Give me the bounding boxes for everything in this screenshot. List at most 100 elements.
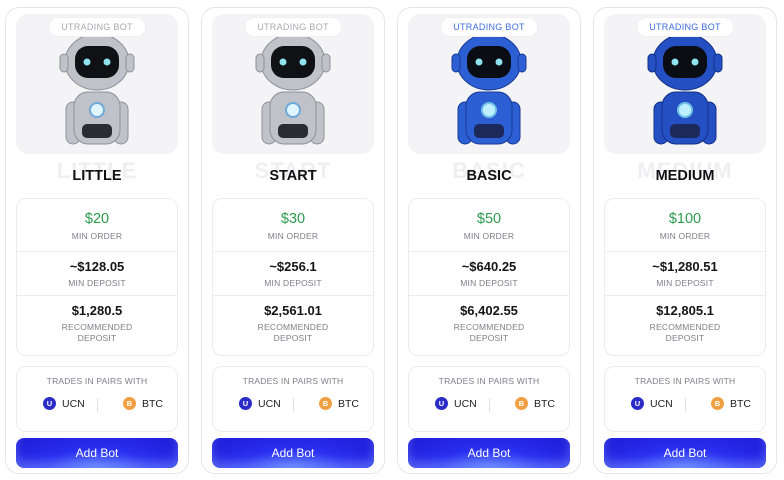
min-deposit-label: MIN DEPOSIT [656, 278, 714, 288]
divider [17, 251, 177, 252]
divider [17, 295, 177, 296]
bot-image-area: UTRADING BOT [212, 14, 374, 154]
ucn-icon: U [631, 397, 644, 410]
bot-tag: UTRADING BOT [49, 18, 145, 36]
min-order-value: $30 [280, 211, 306, 227]
pairs-label: TRADES IN PAIRS WITH [46, 376, 148, 386]
divider [409, 251, 569, 252]
min-order: $50 MIN ORDER [409, 211, 569, 242]
recommended-deposit-label: RECOMMENDED DEPOSIT [453, 322, 525, 343]
min-deposit-label: MIN DEPOSIT [460, 278, 518, 288]
coin-ucn: U UCN [631, 397, 673, 410]
recommended-deposit-label: RECOMMENDED DEPOSIT [61, 322, 133, 343]
recommended-deposit-value: $2,561.01 [264, 303, 322, 318]
coin-btc: B BTC [123, 397, 163, 410]
btc-icon: B [711, 397, 724, 410]
coin-ucn-label: UCN [454, 397, 477, 410]
add-bot-button[interactable]: Add Bot [16, 438, 178, 468]
ucn-icon: U [435, 397, 448, 410]
recommended-deposit: $6,402.55 RECOMMENDED DEPOSIT [409, 303, 569, 344]
recommended-deposit-value: $1,280.5 [71, 303, 123, 318]
plan-card-medium: UTRADING BOT MEDIUM MEDIUM $100 MIN ORDE… [593, 7, 777, 474]
min-deposit: ~$640.25 MIN DEPOSIT [409, 259, 569, 289]
min-order-value: $100 [668, 211, 702, 227]
btc-icon: B [319, 397, 332, 410]
coin-ucn-label: UCN [258, 397, 281, 410]
coin-btc-label: BTC [534, 397, 555, 410]
min-order: $30 MIN ORDER [213, 211, 373, 242]
recommended-deposit: $12,805.1 RECOMMENDED DEPOSIT [605, 303, 765, 344]
pairs-label: TRADES IN PAIRS WITH [438, 376, 540, 386]
pair-divider [293, 398, 294, 412]
coin-btc-label: BTC [730, 397, 751, 410]
pair-divider [685, 398, 686, 412]
trading-pairs: TRADES IN PAIRS WITH U UCN B BTC [604, 366, 766, 432]
min-order-value: $20 [84, 211, 110, 227]
coin-btc: B BTC [711, 397, 751, 410]
pair-divider [97, 398, 98, 412]
coin-btc-label: BTC [338, 397, 359, 410]
plan-card-little: UTRADING BOT LITTLE LITTLE $20 MIN ORDER… [5, 7, 189, 474]
plan-card-basic: UTRADING BOT BASIC BASIC $50 MIN ORDER ~… [397, 7, 581, 474]
min-deposit-value: ~$128.05 [69, 259, 125, 274]
plan-name: MEDIUM [655, 168, 715, 184]
min-deposit-label: MIN DEPOSIT [264, 278, 322, 288]
add-bot-button[interactable]: Add Bot [408, 438, 570, 468]
bot-tag: UTRADING BOT [245, 18, 341, 36]
recommended-deposit: $2,561.01 RECOMMENDED DEPOSIT [213, 303, 373, 344]
plan-name: LITTLE [72, 168, 122, 184]
min-deposit-value: ~$1,280.51 [652, 259, 718, 274]
pairs-label: TRADES IN PAIRS WITH [242, 376, 344, 386]
plan-name: BASIC [466, 168, 512, 184]
min-order-label: MIN ORDER [71, 231, 123, 241]
min-deposit: ~$128.05 MIN DEPOSIT [17, 259, 177, 289]
bot-tag: UTRADING BOT [441, 18, 537, 36]
min-order-label: MIN ORDER [659, 231, 711, 241]
plan-stats: $20 MIN ORDER ~$128.05 MIN DEPOSIT $1,28… [16, 198, 178, 356]
recommended-deposit-value: $6,402.55 [460, 303, 518, 318]
divider [213, 295, 373, 296]
bot-image-area: UTRADING BOT [604, 14, 766, 154]
min-deposit-label: MIN DEPOSIT [68, 278, 126, 288]
divider [409, 295, 569, 296]
coin-ucn: U UCN [435, 397, 477, 410]
trading-pairs: TRADES IN PAIRS WITH U UCN B BTC [408, 366, 570, 432]
min-deposit: ~$256.1 MIN DEPOSIT [213, 259, 373, 289]
coin-btc: B BTC [515, 397, 555, 410]
coin-btc: B BTC [319, 397, 359, 410]
ucn-icon: U [43, 397, 56, 410]
btc-icon: B [515, 397, 528, 410]
add-bot-button[interactable]: Add Bot [212, 438, 374, 468]
trading-pairs: TRADES IN PAIRS WITH U UCN B BTC [16, 366, 178, 432]
recommended-deposit-label: RECOMMENDED DEPOSIT [649, 322, 721, 343]
recommended-deposit-value: $12,805.1 [656, 303, 714, 318]
plan-stats: $50 MIN ORDER ~$640.25 MIN DEPOSIT $6,40… [408, 198, 570, 356]
coin-btc-label: BTC [142, 397, 163, 410]
divider [213, 251, 373, 252]
divider [605, 295, 765, 296]
min-deposit-value: ~$640.25 [461, 259, 517, 274]
min-order: $20 MIN ORDER [17, 211, 177, 242]
btc-icon: B [123, 397, 136, 410]
add-bot-button[interactable]: Add Bot [604, 438, 766, 468]
divider [605, 251, 765, 252]
plan-stats: $100 MIN ORDER ~$1,280.51 MIN DEPOSIT $1… [604, 198, 766, 356]
plan-name: START [269, 168, 317, 184]
ucn-icon: U [239, 397, 252, 410]
plan-cards: UTRADING BOT LITTLE LITTLE $20 MIN ORDER… [0, 0, 784, 480]
pairs-label: TRADES IN PAIRS WITH [634, 376, 736, 386]
min-order-value: $50 [476, 211, 502, 227]
plan-stats: $30 MIN ORDER ~$256.1 MIN DEPOSIT $2,561… [212, 198, 374, 356]
coin-ucn-label: UCN [650, 397, 673, 410]
min-deposit: ~$1,280.51 MIN DEPOSIT [605, 259, 765, 289]
coin-ucn: U UCN [43, 397, 85, 410]
plan-card-start: UTRADING BOT START START $30 MIN ORDER ~… [201, 7, 385, 474]
trading-pairs: TRADES IN PAIRS WITH U UCN B BTC [212, 366, 374, 432]
bot-image-area: UTRADING BOT [16, 14, 178, 154]
min-order-label: MIN ORDER [463, 231, 515, 241]
bot-image-area: UTRADING BOT [408, 14, 570, 154]
coin-ucn-label: UCN [62, 397, 85, 410]
pair-divider [489, 398, 490, 412]
coin-ucn: U UCN [239, 397, 281, 410]
min-order: $100 MIN ORDER [605, 211, 765, 242]
